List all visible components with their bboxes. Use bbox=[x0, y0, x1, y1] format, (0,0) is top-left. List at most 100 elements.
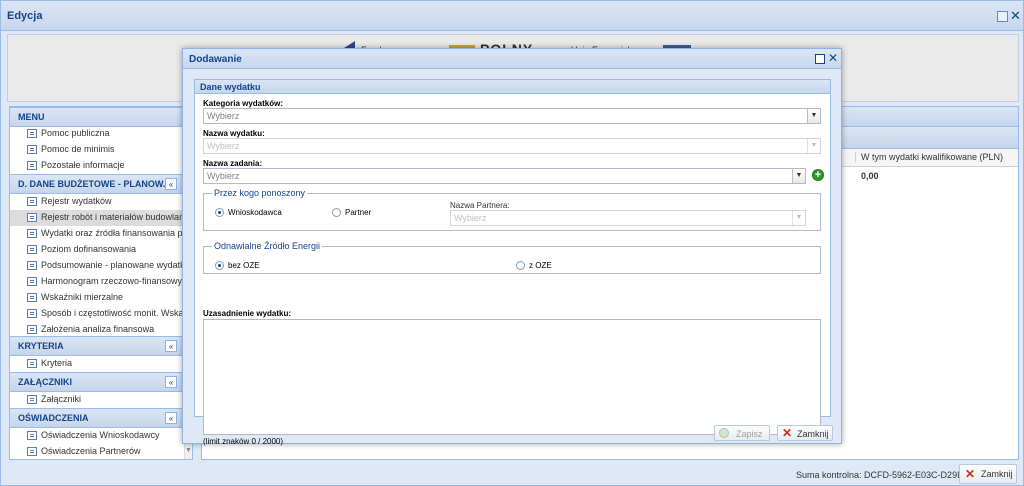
form-icon bbox=[27, 431, 37, 440]
radio-partner[interactable] bbox=[332, 208, 341, 217]
section-kryteria[interactable]: KRYTERIA « bbox=[10, 336, 192, 356]
window-header: Edycja ✕ bbox=[1, 1, 1023, 31]
menu-item-oswiadczenia-wnioskodawcy[interactable]: Oświadczenia Wnioskodawcy bbox=[10, 428, 182, 444]
menu-item-podsumowanie[interactable]: Podsumowanie - planowane wydatki w proje… bbox=[10, 258, 182, 274]
section-zalaczniki[interactable]: ZAŁĄCZNIKI « bbox=[10, 372, 192, 392]
menu-item-label: Pomoc publiczna bbox=[41, 128, 110, 138]
radio-bez-oze[interactable] bbox=[215, 261, 224, 270]
menu-item-rejestr-robot[interactable]: Rejestr robót i materiałów budowlanych bbox=[10, 210, 182, 226]
przez-kogo-legend: Przez kogo ponoszony bbox=[212, 188, 308, 198]
form-icon bbox=[27, 359, 37, 368]
menu-item-pozostale-informacje[interactable]: Pozostałe informacje bbox=[10, 158, 182, 174]
menu-item-label: Załączniki bbox=[41, 394, 82, 404]
form-icon bbox=[27, 245, 37, 254]
menu-item-label: Wydatki oraz źródła finansowania projekt… bbox=[41, 228, 182, 238]
scroll-down-icon[interactable]: ▼ bbox=[185, 447, 192, 454]
menu-item-kryteria[interactable]: Kryteria bbox=[10, 356, 182, 372]
form-icon bbox=[27, 277, 37, 286]
menu-item-label: Podsumowanie - planowane wydatki w proje… bbox=[41, 260, 182, 270]
collapse-icon[interactable]: « bbox=[165, 340, 177, 352]
form-icon bbox=[27, 229, 37, 238]
close-icon[interactable]: ✕ bbox=[828, 51, 838, 65]
menu-item-pomoc-de-minimis[interactable]: Pomoc de minimis bbox=[10, 142, 182, 158]
form-icon bbox=[27, 129, 37, 138]
chevron-down-icon[interactable]: ▼ bbox=[807, 109, 820, 123]
restore-icon[interactable] bbox=[997, 11, 1008, 22]
add-icon[interactable]: + bbox=[812, 169, 824, 181]
form-icon bbox=[27, 197, 37, 206]
radio-z-oze[interactable] bbox=[516, 261, 525, 270]
radio-z-oze-label: z OZE bbox=[529, 261, 552, 270]
nazwa-wydatku-label: Nazwa wydatku: bbox=[203, 129, 265, 138]
radio-wnioskodawca-label: Wnioskodawca bbox=[228, 208, 282, 217]
kategoria-placeholder: Wybierz bbox=[207, 111, 240, 121]
nazwa-partnera-placeholder: Wybierz bbox=[454, 213, 487, 223]
section-oswiadczenia[interactable]: OŚWIADCZENIA « bbox=[10, 408, 192, 428]
close-label: Zamknij bbox=[797, 429, 829, 439]
przez-kogo-fieldset: Przez kogo ponoszony Wnioskodawca Partne… bbox=[203, 188, 821, 231]
menu-item-label: Pozostałe informacje bbox=[41, 160, 125, 170]
dane-wydatku-panel: Dane wydatku Kategoria wydatków: Wybierz… bbox=[194, 79, 831, 446]
nazwa-wydatku-select[interactable]: Wybierz ▼ bbox=[203, 138, 821, 154]
chevron-down-icon[interactable]: ▼ bbox=[792, 169, 805, 183]
save-button[interactable]: Zapisz bbox=[714, 425, 770, 441]
nazwa-zadania-label: Nazwa zadania: bbox=[203, 159, 263, 168]
close-icon: ✕ bbox=[965, 467, 976, 481]
column-kwalifikowane[interactable]: W tym wydatki kwalifikowane (PLN) bbox=[855, 152, 1003, 162]
menu-item-sposob-monit[interactable]: Sposób i częstotliwość monit. Wskaźników bbox=[10, 306, 182, 322]
menu-item-label: Poziom dofinansowania bbox=[41, 244, 137, 254]
char-limit-counter: (limit znaków 0 / 2000) bbox=[203, 437, 284, 446]
menu-item-label: Założenia analiza finansowa bbox=[41, 324, 155, 334]
menu-item-pomoc-publiczna[interactable]: Pomoc publiczna bbox=[10, 126, 182, 142]
menu-item-oswiadczenia-partnerow[interactable]: Oświadczenia Partnerów bbox=[10, 444, 182, 460]
dane-wydatku-title: Dane wydatku bbox=[200, 82, 261, 92]
collapse-icon[interactable]: « bbox=[165, 376, 177, 388]
menu-item-wskazniki[interactable]: Wskaźniki mierzalne bbox=[10, 290, 182, 306]
close-button[interactable]: ✕ Zamknij bbox=[777, 425, 833, 441]
nazwa-zadania-placeholder: Wybierz bbox=[207, 171, 240, 181]
collapse-icon[interactable]: « bbox=[165, 178, 177, 190]
nazwa-partnera-select[interactable]: Wybierz ▼ bbox=[450, 210, 806, 226]
form-icon bbox=[27, 161, 37, 170]
save-label: Zapisz bbox=[736, 429, 763, 439]
section-dane-budzetowe[interactable]: D. DANE BUDŻETOWE - PLANOW... « bbox=[10, 174, 192, 194]
section-title: ZAŁĄCZNIKI bbox=[18, 377, 72, 387]
collapse-icon[interactable]: « bbox=[165, 412, 177, 424]
nazwa-zadania-select[interactable]: Wybierz ▼ bbox=[203, 168, 806, 184]
uzasadnienie-label: Uzasadnienie wydatku: bbox=[203, 309, 292, 318]
menu-item-label: Wskaźniki mierzalne bbox=[41, 292, 124, 302]
section-title: D. DANE BUDŻETOWE - PLANOW... bbox=[18, 179, 171, 189]
menu-item-wydatki-zrodla[interactable]: Wydatki oraz źródła finansowania projekt… bbox=[10, 226, 182, 242]
oze-legend: Odnawialne Źródło Energii bbox=[212, 241, 323, 251]
menu-header: MENU bbox=[10, 107, 192, 127]
window-close-button[interactable]: ✕ Zamknij bbox=[959, 464, 1017, 484]
form-icon bbox=[27, 447, 37, 456]
kategoria-select[interactable]: Wybierz ▼ bbox=[203, 108, 821, 124]
window-close-label: Zamknij bbox=[981, 469, 1013, 479]
form-icon bbox=[27, 395, 37, 404]
dodawanie-dialog: Dodawanie ✕ Dane wydatku Kategoria wydat… bbox=[182, 48, 842, 446]
section-title: OŚWIADCZENIA bbox=[18, 413, 89, 423]
radio-wnioskodawca[interactable] bbox=[215, 208, 224, 217]
menu-item-label: Oświadczenia Wnioskodawcy bbox=[41, 430, 160, 440]
form-icon bbox=[27, 293, 37, 302]
dane-wydatku-header: Dane wydatku bbox=[195, 80, 830, 94]
chevron-down-icon[interactable]: ▼ bbox=[792, 211, 805, 225]
close-icon: ✕ bbox=[782, 426, 793, 440]
maximize-icon[interactable] bbox=[815, 54, 825, 64]
menu-item-rejestr-wydatkow[interactable]: Rejestr wydatków bbox=[10, 194, 182, 210]
left-menu-panel: MENU Pomoc publiczna Pomoc de minimis Po… bbox=[9, 106, 193, 460]
menu-item-zalaczniki[interactable]: Załączniki bbox=[10, 392, 182, 408]
menu-item-poziom-dofinansowania[interactable]: Poziom dofinansowania bbox=[10, 242, 182, 258]
menu-item-label: Rejestr wydatków bbox=[41, 196, 112, 206]
uzasadnienie-textarea[interactable] bbox=[203, 319, 821, 435]
menu-item-harmonogram[interactable]: Harmonogram rzeczowo-finansowy bbox=[10, 274, 182, 290]
close-icon[interactable]: ✕ bbox=[1010, 9, 1021, 22]
chevron-down-icon[interactable]: ▼ bbox=[807, 139, 820, 153]
section-title: KRYTERIA bbox=[18, 341, 64, 351]
menu-item-label: Pomoc de minimis bbox=[41, 144, 115, 154]
form-icon bbox=[27, 309, 37, 318]
oze-fieldset: Odnawialne Źródło Energii bez OZE z OZE bbox=[203, 241, 821, 274]
nazwa-wydatku-placeholder: Wybierz bbox=[207, 141, 240, 151]
menu-item-label: Kryteria bbox=[41, 358, 73, 368]
